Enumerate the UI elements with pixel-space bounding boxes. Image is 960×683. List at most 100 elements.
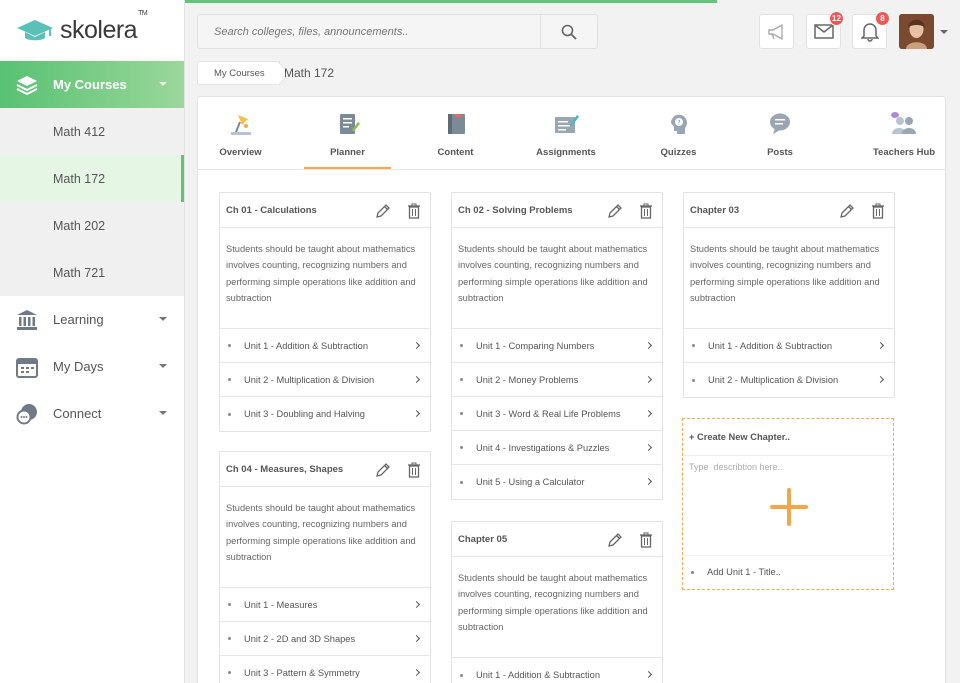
delete-chapter-button[interactable] — [637, 531, 655, 549]
chevron-right-icon — [876, 375, 885, 384]
sidebar-item-math-202[interactable]: Math 202 — [0, 202, 184, 249]
unit-row[interactable]: Unit 1 - Measures — [220, 588, 430, 622]
create-new-chapter-button[interactable]: + Create New Chapter.. — [683, 419, 893, 456]
tab-assignments[interactable]: Assignments — [534, 97, 598, 169]
pencil-icon — [608, 204, 622, 218]
nav-learning-label: Learning — [53, 312, 104, 327]
sidebar: skoleraTM My Courses Math 412 Math 172 M… — [0, 0, 185, 683]
chapter-header: Chapter 05 — [452, 522, 662, 557]
pencil-icon — [376, 463, 390, 477]
calendar-icon — [16, 356, 38, 378]
messages-button[interactable]: 12 — [806, 11, 844, 49]
chevron-down-icon[interactable] — [940, 30, 948, 34]
envelope-icon — [813, 24, 834, 39]
nav-my-courses[interactable]: My Courses — [0, 61, 184, 108]
course-list: Math 412 Math 172 Math 202 Math 721 — [0, 108, 184, 296]
edit-chapter-button[interactable] — [606, 531, 624, 549]
edit-chapter-button[interactable] — [374, 202, 392, 220]
unit-title: Unit 1 - Measures — [244, 599, 318, 610]
unit-row[interactable]: Unit 3 - Word & Real Life Problems — [452, 397, 662, 431]
unit-row[interactable]: Unit 3 - Doubling and Halving — [220, 397, 430, 431]
tab-teachers-hub-label: Teachers Hub — [872, 147, 936, 158]
unit-title: Unit 4 - Investigations & Puzzles — [476, 442, 610, 453]
breadcrumb-my-courses[interactable]: My Courses — [197, 61, 280, 85]
tab-assignments-label: Assignments — [536, 147, 596, 158]
sidebar-item-math-721[interactable]: Math 721 — [0, 249, 184, 296]
chapter-title: Chapter 05 — [458, 533, 508, 545]
tab-planner-label: Planner — [330, 147, 365, 158]
unit-title: Unit 3 - Pattern & Symmetry — [244, 667, 360, 678]
tab-planner[interactable]: Planner — [304, 97, 391, 169]
edit-chapter-button[interactable] — [374, 461, 392, 479]
unit-row[interactable]: Unit 2 - Multiplication & Division — [220, 363, 430, 397]
unit-row[interactable]: Unit 2 - Multiplication & Division — [684, 363, 894, 397]
bell-icon — [860, 22, 879, 42]
chapter-description: Students should be taught about mathemat… — [452, 557, 662, 658]
book-icon — [441, 109, 471, 139]
add-unit-row[interactable]: Add Unit 1 - Title.. — [683, 556, 893, 588]
nav-connect[interactable]: Connect — [0, 390, 184, 437]
course-tabs: Overview Planner Content Assignments ? Q… — [198, 97, 945, 170]
chevron-down-icon — [159, 364, 167, 368]
chat-bubbles-icon — [16, 403, 38, 425]
nav-learning[interactable]: Learning — [0, 296, 184, 343]
unit-row[interactable]: Unit 5 - Using a Calculator — [452, 465, 662, 499]
chapter-description: Students should be taught about mathemat… — [220, 487, 430, 588]
trash-icon — [408, 203, 420, 219]
tab-posts[interactable]: Posts — [759, 97, 801, 169]
delete-chapter-button[interactable] — [405, 461, 423, 479]
nav-my-days-label: My Days — [53, 359, 104, 374]
delete-chapter-button[interactable] — [637, 202, 655, 220]
chapter-card-ch05: Chapter 05 Students should be taught abo… — [451, 521, 663, 683]
unit-row[interactable]: Unit 2 - Money Problems — [452, 363, 662, 397]
chapter-description: Students should be taught about mathemat… — [220, 228, 430, 329]
notifications-button[interactable]: 8 — [852, 11, 890, 49]
delete-chapter-button[interactable] — [869, 202, 887, 220]
unit-row[interactable]: Unit 1 - Addition & Subtraction — [452, 658, 662, 683]
logo-text: skoleraTM — [60, 10, 148, 44]
nav-my-days[interactable]: My Days — [0, 343, 184, 390]
chevron-right-icon — [876, 341, 885, 350]
messages-count-badge: 12 — [829, 11, 844, 26]
trash-icon — [640, 203, 652, 219]
unit-row[interactable]: Unit 3 - Pattern & Symmetry — [220, 656, 430, 683]
speech-bubble-icon — [765, 109, 795, 139]
chevron-right-icon — [412, 634, 421, 643]
tab-content-label: Content — [437, 147, 474, 158]
chapter-description: Students should be taught about mathemat… — [452, 228, 662, 329]
tab-content[interactable]: Content — [433, 97, 478, 169]
user-photo-icon — [899, 14, 934, 49]
plus-icon[interactable] — [770, 488, 808, 526]
logo[interactable]: skoleraTM — [0, 0, 184, 61]
unit-row[interactable]: Unit 1 - Addition & Subtraction — [220, 329, 430, 363]
chapter-header: Ch 04 - Measures, Shapes — [220, 452, 430, 487]
teachers-group-icon — [889, 109, 919, 139]
tab-teachers-hub[interactable]: Teachers Hub — [872, 97, 936, 169]
unit-row[interactable]: Unit 1 - Addition & Subtraction — [684, 329, 894, 363]
unit-row[interactable]: Unit 2 - 2D and 3D Shapes — [220, 622, 430, 656]
unit-title: Unit 2 - 2D and 3D Shapes — [244, 633, 356, 644]
announcements-button[interactable] — [759, 14, 794, 49]
unit-title: Unit 2 - Money Problems — [476, 374, 579, 385]
tab-overview[interactable]: Overview — [218, 97, 263, 169]
unit-row[interactable]: Unit 1 - Comparing Numbers — [452, 329, 662, 363]
sidebar-item-math-412[interactable]: Math 412 — [0, 108, 184, 155]
edit-chapter-button[interactable] — [606, 202, 624, 220]
pencil-icon — [376, 204, 390, 218]
unit-title: Unit 2 - Multiplication & Division — [244, 374, 375, 385]
search-button[interactable] — [540, 15, 597, 48]
search-input[interactable] — [198, 15, 540, 48]
chevron-down-icon — [159, 82, 167, 86]
delete-chapter-button[interactable] — [405, 202, 423, 220]
sidebar-item-math-172[interactable]: Math 172 — [0, 155, 184, 202]
avatar[interactable] — [899, 14, 934, 49]
course-panel: Overview Planner Content Assignments ? Q… — [197, 96, 946, 683]
add-unit-label: Add Unit 1 - Title.. — [707, 567, 781, 577]
pencil-icon — [608, 533, 622, 547]
edit-chapter-button[interactable] — [838, 202, 856, 220]
graduation-cap-icon — [17, 19, 53, 40]
notifications-count-badge: 8 — [875, 11, 890, 26]
tab-quizzes[interactable]: ? Quizzes — [656, 97, 701, 169]
chevron-down-icon — [159, 411, 167, 415]
unit-row[interactable]: Unit 4 - Investigations & Puzzles — [452, 431, 662, 465]
